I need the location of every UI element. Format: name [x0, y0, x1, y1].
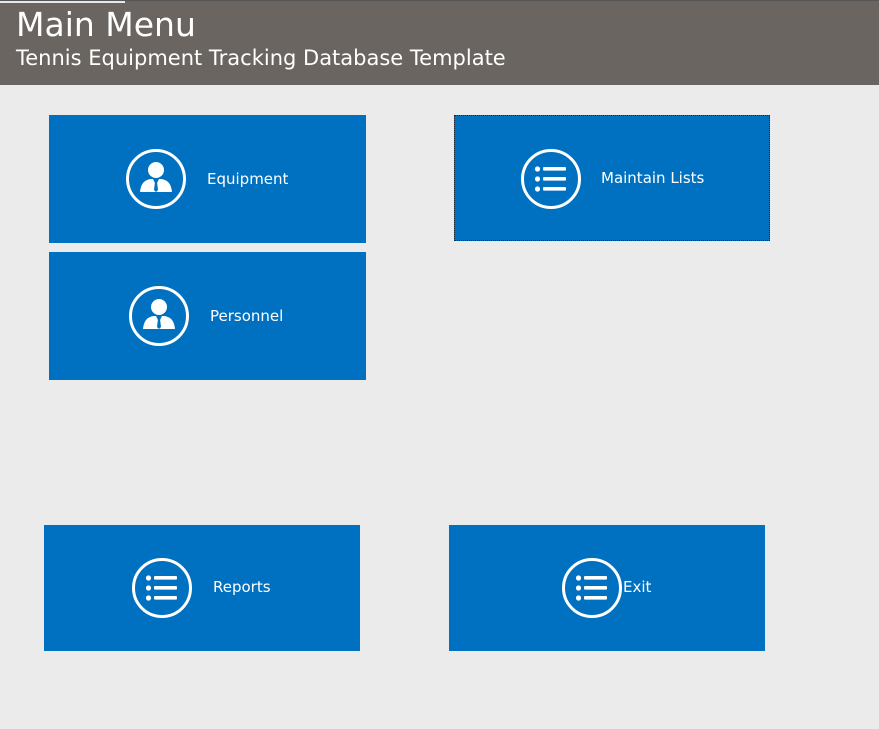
person-icon — [128, 285, 190, 347]
equipment-label: Equipment — [207, 170, 289, 188]
exit-label: Exit — [623, 578, 652, 596]
reports-button[interactable]: Reports — [44, 525, 360, 651]
list-icon — [131, 557, 193, 619]
personnel-label: Personnel — [210, 307, 284, 325]
page-subtitle: Tennis Equipment Tracking Database Templ… — [16, 46, 506, 70]
header-bar: Main Menu Tennis Equipment Tracking Data… — [0, 0, 879, 85]
maintain-lists-label: Maintain Lists — [601, 169, 705, 187]
exit-button[interactable]: Exit — [449, 525, 765, 651]
reports-label: Reports — [213, 578, 271, 596]
page-title: Main Menu — [16, 5, 196, 44]
personnel-button[interactable]: Personnel — [49, 252, 366, 380]
list-icon — [561, 557, 623, 619]
maintain-lists-button[interactable]: Maintain Lists — [454, 115, 770, 241]
header-tab-strip — [0, 1, 125, 3]
person-icon — [125, 148, 187, 210]
list-icon — [520, 148, 582, 210]
equipment-button[interactable]: Equipment — [49, 115, 366, 243]
